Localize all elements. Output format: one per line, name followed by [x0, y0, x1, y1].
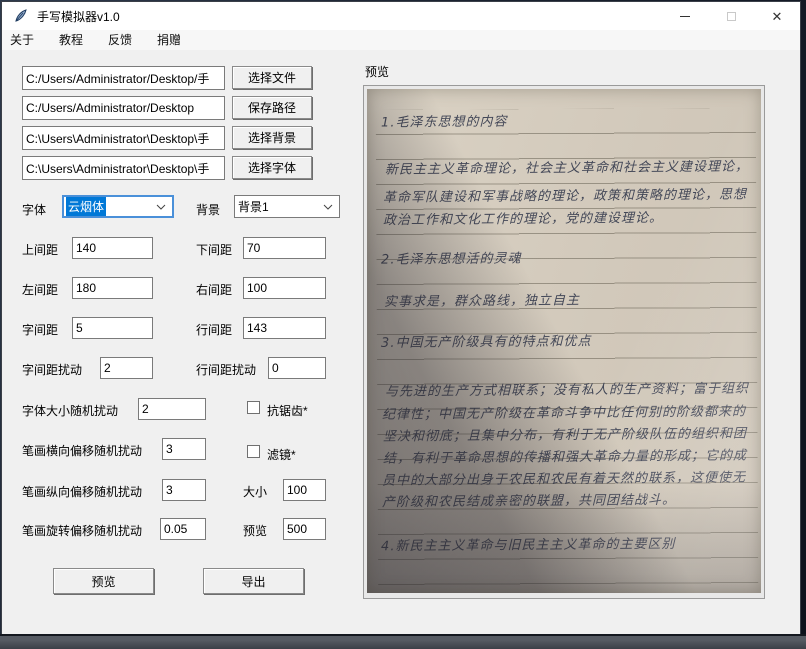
chevron-down-icon	[323, 204, 333, 210]
photo-vignette	[367, 89, 761, 593]
stroke-v-jitter-input[interactable]	[162, 479, 206, 501]
char-spacing-label: 字间距	[22, 321, 58, 338]
menu-bar: 关于 教程 反馈 捐赠	[2, 30, 800, 50]
font-select-label: 字体	[22, 201, 46, 218]
stroke-rot-jitter-label: 笔画旋转偏移随机扰动	[22, 522, 142, 539]
font-select[interactable]: 云烟体	[62, 195, 174, 218]
window-controls: ✕	[662, 2, 800, 30]
preview-size-input[interactable]	[283, 518, 326, 540]
maximize-button[interactable]	[708, 2, 754, 30]
desktop-edge	[0, 634, 806, 649]
close-button[interactable]: ✕	[754, 2, 800, 30]
background-select[interactable]: 背景1	[234, 195, 340, 218]
font-size-jitter-label: 字体大小随机扰动	[22, 402, 118, 419]
top-margin-input[interactable]	[72, 237, 153, 259]
bottom-margin-label: 下间距	[196, 241, 232, 258]
filter-label: 滤镜*	[267, 446, 296, 463]
stroke-rot-jitter-input[interactable]	[160, 518, 206, 540]
choose-background-button[interactable]: 选择背景	[232, 126, 312, 149]
save-path-button[interactable]: 保存路径	[232, 96, 312, 119]
left-margin-label: 左间距	[22, 281, 58, 298]
stroke-h-jitter-input[interactable]	[162, 438, 206, 460]
feather-app-icon	[13, 8, 29, 24]
window-title: 手写模拟器v1.0	[37, 8, 120, 25]
preview-image: 1.毛泽东思想的内容 新民主主义革命理论，社会主义革命和社会主义建设理论， 革命…	[367, 89, 761, 593]
line-jitter-input[interactable]	[268, 357, 326, 379]
char-jitter-input[interactable]	[100, 357, 153, 379]
right-margin-input[interactable]	[243, 277, 326, 299]
maximize-icon	[727, 12, 736, 21]
antialias-label: 抗锯齿*	[267, 402, 308, 419]
font-size-jitter-input[interactable]	[138, 398, 206, 420]
background-select-value: 背景1	[238, 198, 269, 215]
minimize-icon	[680, 16, 690, 17]
size-label: 大小	[243, 483, 267, 500]
char-jitter-label: 字间距扰动	[22, 361, 82, 378]
screen: 手写模拟器v1.0 ✕ 关于 教程 反馈 捐赠 选择文件 保存路径 选择背景 选…	[0, 0, 806, 649]
filter-checkbox[interactable]	[247, 445, 260, 458]
preview-panel-label: 预览	[365, 63, 389, 80]
export-button[interactable]: 导出	[203, 568, 304, 594]
font-select-value: 云烟体	[66, 197, 106, 216]
menu-item-feedback[interactable]: 反馈	[108, 29, 143, 51]
size-input[interactable]	[283, 479, 326, 501]
choose-file-button[interactable]: 选择文件	[232, 66, 312, 89]
font-path-input[interactable]	[22, 156, 225, 180]
right-margin-label: 右间距	[196, 281, 232, 298]
left-margin-input[interactable]	[72, 277, 153, 299]
stroke-h-jitter-label: 笔画横向偏移随机扰动	[22, 442, 142, 459]
menu-item-about[interactable]: 关于	[10, 29, 45, 51]
title-bar: 手写模拟器v1.0 ✕	[2, 2, 800, 30]
preview-button[interactable]: 预览	[53, 568, 154, 594]
preview-frame: 1.毛泽东思想的内容 新民主主义革命理论，社会主义革命和社会主义建设理论， 革命…	[363, 85, 765, 599]
background-select-label: 背景	[196, 201, 220, 218]
char-spacing-input[interactable]	[72, 317, 153, 339]
file-path-input[interactable]	[22, 66, 225, 90]
line-spacing-label: 行间距	[196, 321, 232, 338]
save-path-input[interactable]	[22, 96, 225, 120]
line-jitter-label: 行间距扰动	[196, 361, 256, 378]
stroke-v-jitter-label: 笔画纵向偏移随机扰动	[22, 483, 142, 500]
line-spacing-input[interactable]	[243, 317, 326, 339]
app-window: 手写模拟器v1.0 ✕ 关于 教程 反馈 捐赠 选择文件 保存路径 选择背景 选…	[2, 2, 800, 634]
menu-item-donate[interactable]: 捐赠	[157, 29, 192, 51]
choose-font-button[interactable]: 选择字体	[232, 156, 312, 179]
preview-size-label: 预览	[243, 522, 267, 539]
menu-item-tutorial[interactable]: 教程	[59, 29, 94, 51]
minimize-button[interactable]	[662, 2, 708, 30]
background-path-input[interactable]	[22, 126, 225, 150]
close-icon: ✕	[772, 10, 783, 23]
top-margin-label: 上间距	[22, 241, 58, 258]
chevron-down-icon	[156, 204, 166, 210]
antialias-checkbox[interactable]	[247, 401, 260, 414]
bottom-margin-input[interactable]	[243, 237, 326, 259]
